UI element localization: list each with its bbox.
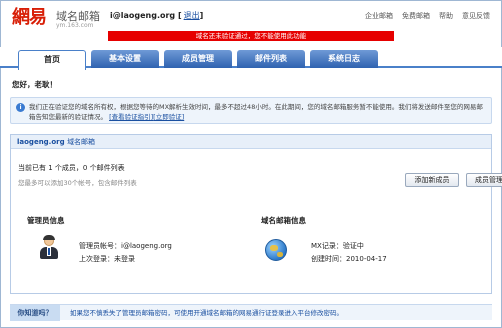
domain-panel: laogeng.org 域名邮箱 当前已有 1 个成员，0 个邮件列表 您最多可… [10, 134, 502, 294]
logout-bracket-close: ] [199, 11, 204, 20]
last-login-label: 上次登录： [79, 255, 114, 263]
brand-domain: ym.163.com [56, 22, 94, 29]
tab-system-log[interactable]: 系统日志 [310, 50, 378, 68]
tip-label: 你知道吗？ [10, 305, 60, 321]
tab-basic-settings[interactable]: 基本设置 [91, 50, 159, 68]
domain-alert-bar: 域名还未验证通过，您不能使用此功能 [108, 31, 394, 41]
logout-link[interactable]: 退出 [184, 11, 200, 20]
panel-domain-suffix: 域名邮箱 [67, 138, 96, 146]
netease-logo[interactable]: 網易 [12, 7, 52, 29]
view-guide-link[interactable]: [查看验证指引] [109, 113, 153, 121]
globe-icon [265, 239, 287, 261]
last-login-value: 未登录 [114, 255, 135, 263]
mx-value: 验证中 [342, 242, 364, 250]
top-links: 企业邮箱 免费邮箱 帮助 意见反馈 [365, 11, 490, 21]
domain-info-title: 域名邮箱信息 [261, 216, 306, 225]
created-row: 创建时间：2010-04-17 [311, 254, 387, 264]
admin-avatar-icon [39, 235, 59, 260]
tip-bar: 你知道吗？ 如果您不慎丢失了管理员邮箱密码，可使用开通域名邮箱的网易通行证登录进… [10, 304, 492, 321]
last-login-row: 上次登录：未登录 [79, 254, 135, 264]
verify-now-link[interactable]: [立即验证] [153, 113, 184, 121]
add-member-button[interactable]: 添加新成员 [405, 173, 459, 187]
account-info: i@laogeng.org [退出] [110, 10, 203, 21]
link-enterprise-mail[interactable]: 企业邮箱 [365, 11, 393, 21]
admin-account-value: i@laogeng.org [121, 242, 172, 250]
link-help[interactable]: 帮助 [439, 11, 453, 21]
tab-member-management[interactable]: 成员管理 [164, 50, 232, 68]
admin-account-row: 管理员帐号：i@laogeng.org [79, 241, 172, 251]
member-hint: 您最多可以添加30个帐号，包含邮件列表 [18, 179, 137, 187]
info-icon: i [16, 103, 25, 112]
admin-info-title: 管理员信息 [27, 216, 65, 225]
mx-label: MX记录： [311, 242, 343, 250]
tab-home[interactable]: 首页 [18, 50, 86, 70]
mx-record-row: MX记录：验证中 [311, 241, 364, 251]
header: 網易 域名邮箱 ym.163.com i@laogeng.org [退出] 企业… [0, 0, 502, 48]
tip-text: 如果您不慎丢失了管理员邮箱密码，可使用开通域名邮箱的网易通行证登录进入平台修改密… [70, 309, 343, 317]
tab-bar: 首页 基本设置 成员管理 邮件列表 系统日志 [0, 47, 502, 70]
logout-bracket-open: [ [177, 11, 182, 20]
link-feedback[interactable]: 意见反馈 [462, 11, 490, 21]
greeting: 您好，老耿！ [12, 80, 57, 89]
tab-mailing-lists[interactable]: 邮件列表 [237, 50, 305, 68]
notice-text: 我们正在验证您的域名所有权，根据您等待的MX解析生效时间，最多不超过48小时。在… [29, 103, 483, 121]
manage-members-button[interactable]: 成员管理 [466, 173, 502, 187]
created-label: 创建时间： [311, 255, 346, 263]
panel-header: laogeng.org 域名邮箱 [11, 135, 491, 149]
verification-notice: i 我们正在验证您的域名所有权，根据您等待的MX解析生效时间，最多不超过48小时… [10, 97, 492, 124]
account-email: i@laogeng.org [110, 11, 176, 20]
admin-account-label: 管理员帐号： [79, 242, 121, 250]
panel-domain: laogeng.org [17, 138, 65, 146]
created-value: 2010-04-17 [346, 255, 387, 263]
link-free-mail[interactable]: 免费邮箱 [402, 11, 430, 21]
member-count: 当前已有 1 个成员，0 个邮件列表 [18, 164, 125, 172]
